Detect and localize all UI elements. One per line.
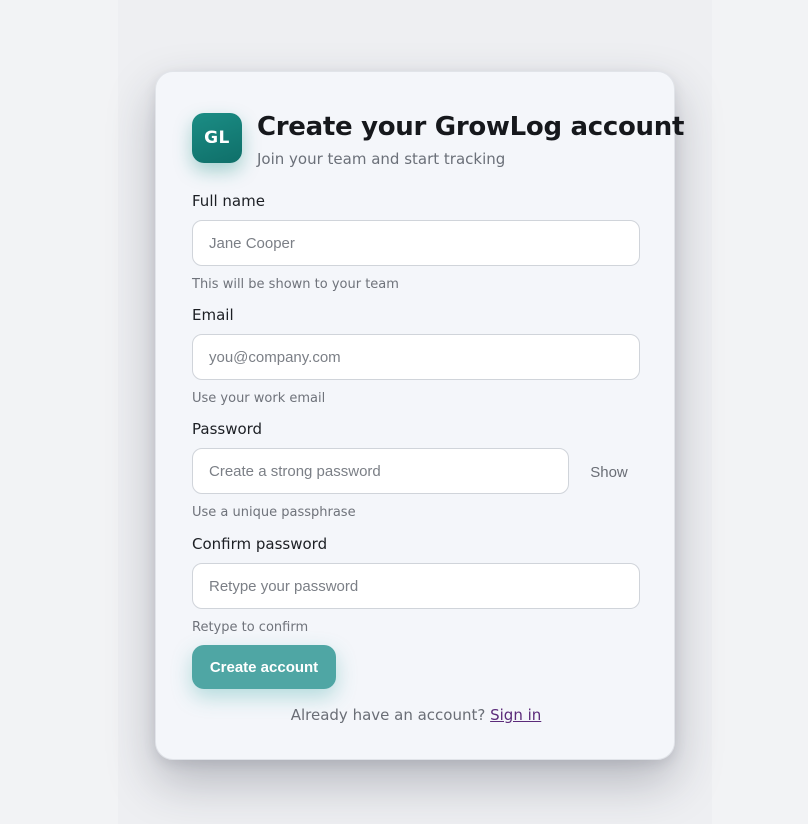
confirm-password-input[interactable] bbox=[192, 563, 640, 609]
password-label: Password bbox=[192, 420, 263, 438]
sign-in-link[interactable]: Sign in bbox=[490, 706, 541, 724]
full-name-input[interactable] bbox=[192, 220, 640, 266]
email-label: Email bbox=[192, 306, 234, 324]
page-title: Create your GrowLog account bbox=[257, 112, 685, 142]
confirm-password-help: Retype to confirm bbox=[192, 620, 309, 635]
card-header: GL Create your GrowLog account Join your… bbox=[192, 112, 685, 168]
password-help: Use a unique passphrase bbox=[192, 505, 356, 520]
page-subtitle: Join your team and start tracking bbox=[257, 150, 506, 168]
signin-prompt-row: Already have an account? Sign in bbox=[156, 705, 676, 725]
email-help: Use your work email bbox=[192, 391, 326, 406]
password-input[interactable] bbox=[192, 448, 569, 494]
confirm-password-label: Confirm password bbox=[192, 535, 328, 553]
show-password-button[interactable]: Show bbox=[576, 450, 642, 494]
signin-prompt-text: Already have an account? bbox=[290, 706, 491, 724]
signup-card: GL Create your GrowLog account Join your… bbox=[155, 71, 684, 760]
header-titles: Create your GrowLog account Join your te… bbox=[257, 112, 685, 168]
email-input[interactable] bbox=[192, 334, 640, 380]
brand-logo: GL bbox=[192, 113, 242, 163]
full-name-label: Full name bbox=[192, 192, 265, 210]
full-name-help: This will be shown to your team bbox=[192, 277, 399, 292]
create-account-button[interactable]: Create account bbox=[192, 645, 336, 689]
